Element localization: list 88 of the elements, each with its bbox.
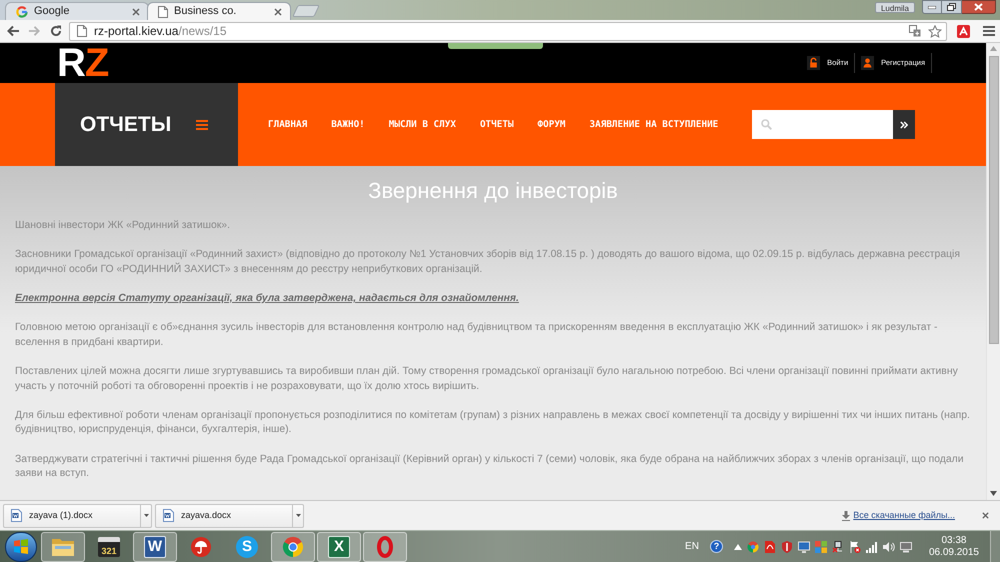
section-title: ОТЧЕТЫ — [80, 114, 172, 135]
shield-icon[interactable] — [780, 540, 793, 552]
taskbar-button[interactable] — [271, 532, 315, 562]
clock-date[interactable]: 06.09.2015 — [928, 548, 979, 558]
search-field[interactable] — [752, 110, 894, 139]
page-icon — [158, 6, 168, 18]
paragraph: Поставлених цілей можна досягти лише згуртувавшись та виробивши план дій. Тому створення громадської організації було нагальною потребою. Всі члени організації повинні приймати активну участь у поточній роботі та обговоренні проектів і не розраховувати, що їх долю хтось вирішить. — [15, 364, 959, 394]
app-logo: 321 — [98, 536, 120, 556]
address-field[interactable]: rz-portal.kiev.ua/news/15 — [69, 22, 947, 40]
app-logo: X — [328, 536, 350, 558]
maximize-button[interactable] — [942, 0, 962, 14]
browser-tab[interactable]: Business co. — [147, 2, 291, 20]
tiles-icon[interactable] — [814, 540, 827, 552]
back-arrow-icon[interactable] — [6, 25, 20, 37]
extension-icon[interactable] — [957, 24, 970, 38]
document-link[interactable]: Електронна версія Статуту організації, яка була затверджена, надається для ознайомлення. — [15, 292, 519, 304]
paragraph: Для більш ефективної роботи членам організації пропонується розподілитися по комітетам (групам) з різних направлень в межах своєї компетенції та досвіду у вирішенні тих чи інших питань (напр. будівництво, юриспруденція, фінанси, бухгалтерія, інше). — [15, 408, 971, 438]
taskbar-button[interactable]: 321 — [87, 532, 131, 562]
paragraph: Шановні інвестори ЖК «Родинний затишок». — [15, 219, 231, 233]
show-all-downloads-link[interactable]: Все скачанные файлы... — [853, 511, 955, 520]
start-button[interactable] — [5, 532, 37, 562]
url-text: rz-portal.kiev.ua/news/15 — [94, 25, 227, 37]
scrollbar-thumb[interactable] — [988, 56, 998, 344]
double-chevron-icon — [900, 120, 908, 128]
download-item[interactable]: zayava (1).docx — [3, 504, 141, 528]
monitor-icon[interactable] — [900, 540, 912, 552]
nav-link[interactable]: ГЛАВНАЯ — [268, 120, 308, 130]
signal-bars-icon[interactable] — [866, 540, 878, 552]
user-icon — [861, 56, 874, 70]
search-icon — [761, 119, 772, 130]
nav-link[interactable]: МЫСЛИ В СЛУХ — [388, 120, 456, 130]
star-icon[interactable] — [928, 24, 942, 38]
close-window-button[interactable] — [962, 0, 996, 14]
browser-icon[interactable] — [746, 540, 759, 552]
download-menu-button[interactable] — [293, 504, 304, 528]
close-icon — [974, 3, 983, 11]
browser-tab[interactable]: Google — [5, 2, 149, 20]
menu-icon[interactable] — [196, 120, 208, 130]
minimize-icon — [928, 6, 936, 8]
caret-icon — [296, 514, 300, 517]
nav-link[interactable]: ОТЧЕТЫ — [480, 120, 514, 130]
download-item[interactable]: zayava.docx — [155, 504, 293, 528]
ring-icon — [377, 536, 393, 558]
translate-icon[interactable] — [909, 25, 921, 37]
four-pane-flag-icon — [13, 539, 29, 554]
taskbar-button[interactable]: W — [133, 532, 177, 562]
app-logo: W — [144, 536, 166, 558]
monitor-icon[interactable] — [798, 540, 810, 552]
folder-icon — [51, 536, 75, 556]
search-button[interactable] — [893, 110, 916, 139]
caret-icon — [144, 514, 148, 517]
site-logo[interactable]: RZ — [57, 43, 108, 83]
speaker-icon[interactable] — [882, 540, 895, 552]
close-icon[interactable] — [982, 512, 989, 519]
page-icon[interactable] — [764, 540, 776, 552]
document-icon — [11, 509, 22, 522]
nav-link[interactable]: ВАЖНО! — [331, 120, 365, 130]
caret-up-icon[interactable] — [734, 544, 742, 550]
close-icon[interactable] — [132, 8, 140, 16]
flag-error-icon[interactable] — [848, 540, 861, 552]
app-logo: S — [236, 536, 258, 558]
nav-link[interactable]: ЗАЯВЛЕНИЕ НА ВСТУПЛЕНИЕ — [590, 120, 718, 130]
profile-button[interactable]: Ludmila — [874, 2, 915, 13]
network-error-icon[interactable] — [832, 540, 844, 552]
scroll-down-arrow-icon[interactable] — [990, 491, 997, 496]
taskbar-button[interactable] — [363, 532, 407, 562]
help-button[interactable]: ? — [710, 540, 723, 553]
umbrella-icon — [190, 536, 212, 558]
close-icon[interactable] — [274, 8, 282, 16]
padlock-icon — [807, 56, 820, 70]
download-icon — [842, 510, 850, 520]
browser-icon — [282, 536, 304, 558]
language-indicator[interactable]: EN — [685, 542, 699, 552]
paragraph: Головною метою організації є об»єднання зусиль інвесторів для встановлення контролю над будівництвом та прискоренням введення в експлуатацію ЖК «Родинний затишок» і як результат - вселення в придбані квартири. — [15, 321, 938, 350]
document-icon — [163, 509, 174, 522]
minimize-button[interactable] — [922, 0, 942, 14]
page-icon — [77, 25, 87, 37]
paragraph: Затверджувати стратегічні і тактичні рішення буде Рада Громадської організації (Керівний орган) у кількості 7 (семи) чоловік, яка буде обрана на найближчих зборах з членів організації, що подали заяви на вступ. — [15, 452, 965, 482]
reload-icon[interactable] — [50, 25, 62, 37]
clock-time[interactable]: 03:38 — [941, 536, 966, 546]
nav-link[interactable]: ФОРУМ — [538, 120, 566, 130]
paragraph: Засновники Громадської організації «Родинний захист» (відповідно до протоколу №1 Установчих зборів від 17.08.15 р. ) доводять до вашого відома, що 02.09.15 р. відбулась державна реєстрація юридичної особи ГО «РОДИННИЙ ЗАХИСТ» з внесенням до реєстру неприбуткових організацій. — [15, 248, 961, 277]
scrollbar-track[interactable] — [986, 43, 1000, 500]
ring-icon — [16, 6, 28, 18]
taskbar-button[interactable]: X — [317, 532, 361, 562]
download-menu-button[interactable] — [141, 504, 152, 528]
restore-icon — [947, 3, 956, 11]
menu-icon[interactable] — [983, 26, 995, 36]
